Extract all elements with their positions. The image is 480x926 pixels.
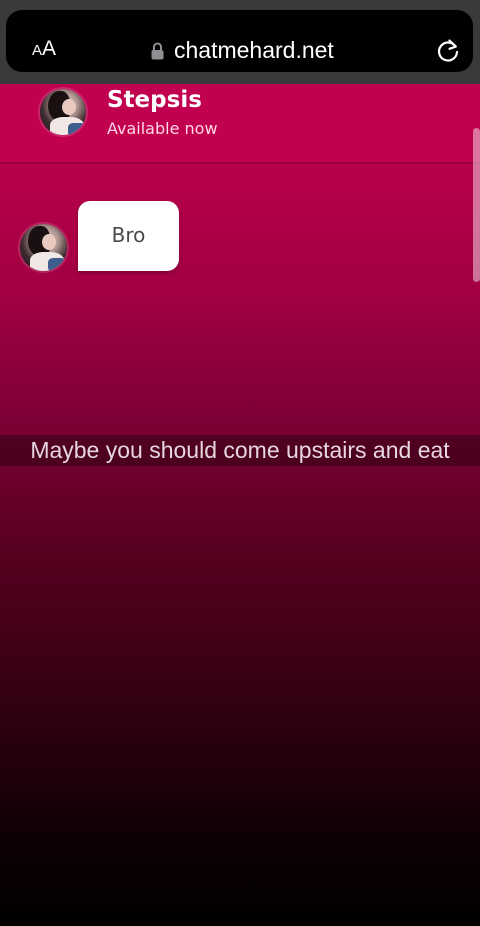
caption-text: Maybe you should come upstairs and eat xyxy=(30,437,450,463)
lock-icon xyxy=(151,42,164,60)
scrollbar[interactable] xyxy=(473,128,480,282)
contact-avatar[interactable] xyxy=(40,89,86,135)
text-size-icon[interactable]: AA xyxy=(32,37,56,61)
message-avatar xyxy=(20,224,67,271)
contact-name: Stepsis xyxy=(107,87,202,113)
reload-icon[interactable] xyxy=(435,38,461,64)
caption-bar: Maybe you should come upstairs and eat xyxy=(0,435,480,466)
message-bubble: Bro xyxy=(78,201,179,271)
contact-status: Available now xyxy=(107,119,218,138)
url-text[interactable]: chatmehard.net xyxy=(174,37,334,64)
chat-header: Stepsis Available now xyxy=(0,84,480,164)
message-text: Bro xyxy=(111,223,146,247)
address-bar[interactable]: AA chatmehard.net xyxy=(6,10,473,72)
